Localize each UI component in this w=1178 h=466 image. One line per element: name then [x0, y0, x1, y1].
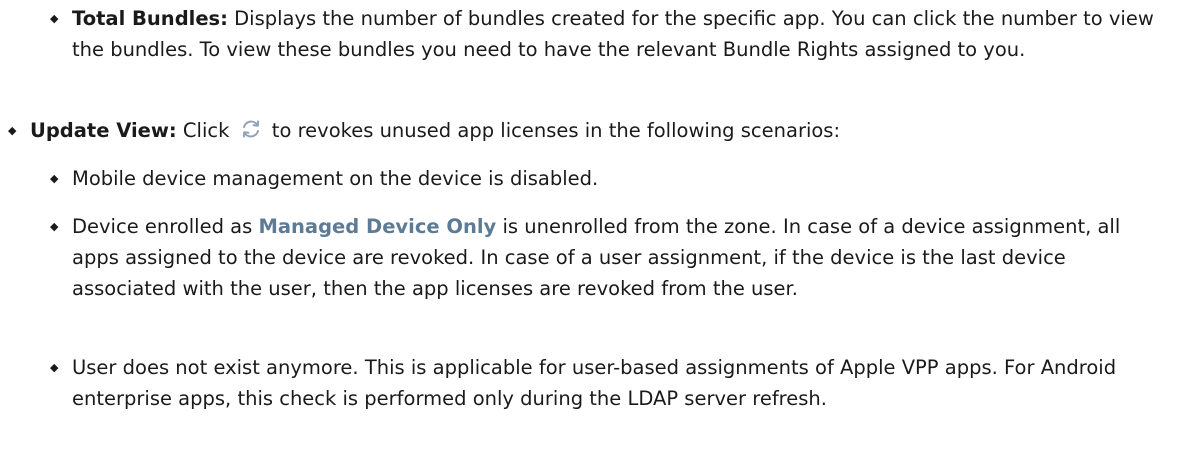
bullet-icon: ◆	[50, 12, 59, 25]
bullet-icon: ◆	[50, 361, 59, 374]
list-item-total-bundles: ◆ Total Bundles: Displays the number of …	[50, 3, 1162, 65]
update-view-text-before: Click	[176, 119, 236, 142]
scenario-mdm-disabled: Mobile device management on the device i…	[72, 167, 599, 190]
bullet-icon: ◆	[50, 220, 59, 233]
list-item-user-missing: ◆ User does not exist anymore. This is a…	[50, 352, 1162, 414]
update-view-text-after: to revokes unused app licenses in the fo…	[265, 119, 841, 142]
scenario-user-missing: User does not exist anymore. This is app…	[72, 356, 1117, 410]
description-total-bundles: Displays the number of bundles created f…	[72, 7, 1154, 61]
bullet-icon: ◆	[50, 172, 59, 185]
list-item-update-view: ◆ Update View: Click to revokes unused a…	[8, 115, 1160, 146]
ui-term-managed-device-only: Managed Device Only	[258, 215, 497, 238]
list-item-mdm-disabled: ◆ Mobile device management on the device…	[50, 163, 1162, 194]
term-total-bundles: Total Bundles:	[72, 7, 228, 30]
term-update-view: Update View:	[30, 119, 177, 142]
document-page: ◆ Total Bundles: Displays the number of …	[0, 0, 1178, 466]
refresh-icon	[239, 117, 263, 141]
bullet-icon: ◆	[8, 124, 17, 137]
list-item-unenrolled: ◆ Device enrolled as Managed Device Only…	[50, 211, 1162, 304]
scenario-unenrolled-before: Device enrolled as	[72, 215, 259, 238]
